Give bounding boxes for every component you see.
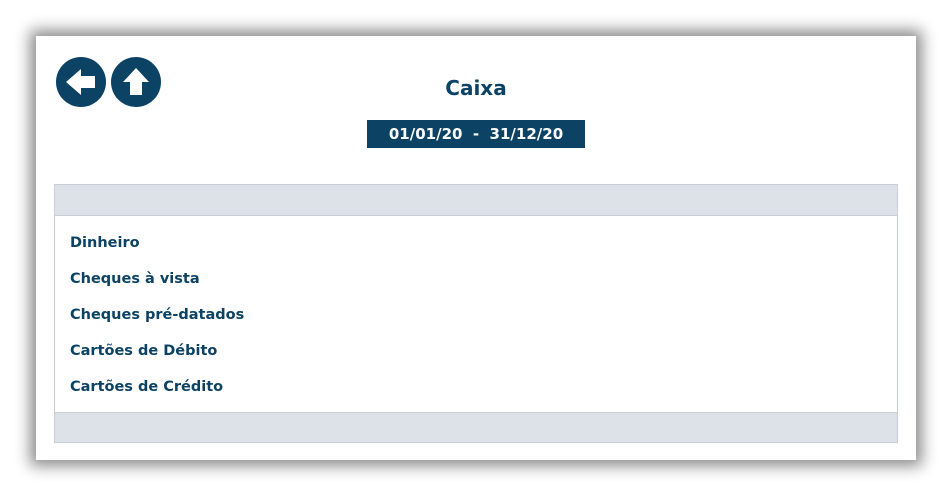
panel-footer bbox=[55, 412, 897, 442]
list-item-cartoes-credito[interactable]: Cartões de Crédito bbox=[55, 370, 897, 406]
page-title: Caixa bbox=[445, 76, 507, 100]
payment-methods-panel: Dinheiro Cheques à vista Cheques pré-dat… bbox=[54, 184, 898, 443]
page-container: Caixa 01/01/20 - 31/12/20 Dinheiro Chequ… bbox=[36, 36, 916, 460]
panel-header bbox=[55, 185, 897, 216]
list-item-cartoes-debito[interactable]: Cartões de Débito bbox=[55, 334, 897, 370]
list-item-dinheiro[interactable]: Dinheiro bbox=[55, 226, 897, 262]
date-range-badge[interactable]: 01/01/20 - 31/12/20 bbox=[367, 120, 585, 148]
payment-methods-list: Dinheiro Cheques à vista Cheques pré-dat… bbox=[55, 216, 897, 406]
list-item-cheques-pre-datados[interactable]: Cheques pré-datados bbox=[55, 298, 897, 334]
list-item-cheques-a-vista[interactable]: Cheques à vista bbox=[55, 262, 897, 298]
